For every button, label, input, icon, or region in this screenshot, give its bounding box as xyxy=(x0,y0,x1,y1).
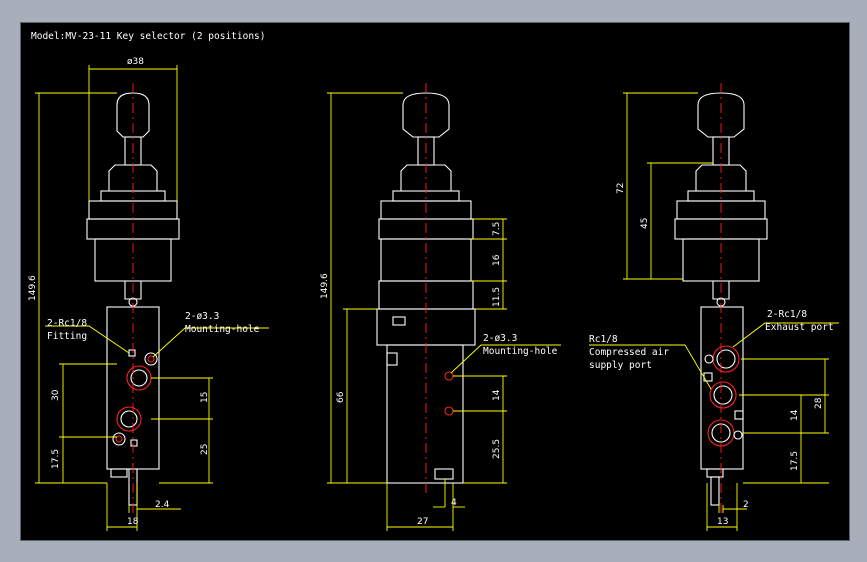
right-dim-14: 14 xyxy=(790,409,800,421)
left-dim-height-149-6: 149.6 xyxy=(28,275,38,301)
middle-dim-11-5: 11.5 xyxy=(492,287,502,307)
right-dim-45: 45 xyxy=(640,218,650,229)
left-base-foot xyxy=(110,468,128,478)
middle-base-foot xyxy=(434,468,454,480)
right-dim-width-13: 13 xyxy=(717,517,728,527)
middle-side-lug xyxy=(386,352,398,366)
middle-dim-16: 16 xyxy=(492,254,502,266)
left-dim-2-4: 2.4 xyxy=(155,500,170,510)
left-dim-30: 30 xyxy=(51,389,61,401)
right-valve-body xyxy=(700,306,744,470)
middle-dim-4: 4 xyxy=(451,498,457,508)
drawing-frame: Model:MV-23-11 Key selector (2 positions… xyxy=(20,22,850,541)
middle-dim-66: 66 xyxy=(336,391,346,403)
right-exhaust-label-2: Exhaust port xyxy=(765,322,834,333)
middle-dim-height-149-6: 149.6 xyxy=(320,273,330,299)
left-fitting-label-2: Fitting xyxy=(47,331,87,342)
right-dim-28: 28 xyxy=(814,397,824,409)
left-dim-width-18: 18 xyxy=(127,517,139,527)
left-mount-label-1: 2-ø3.3 xyxy=(185,311,219,322)
drawing-title: Model:MV-23-11 Key selector (2 positions… xyxy=(31,31,266,42)
middle-dim-14: 14 xyxy=(492,389,502,401)
left-dim-17-5: 17.5 xyxy=(51,449,61,469)
middle-dim-25-5: 25.5 xyxy=(492,439,502,459)
right-dim-2: 2 xyxy=(743,500,749,510)
middle-dim-width-27: 27 xyxy=(417,517,428,527)
left-fitting-label-1: 2-Rc1/8 xyxy=(47,318,87,329)
middle-block-slot xyxy=(392,316,406,326)
right-mount-hole-1 xyxy=(704,354,714,364)
left-dim-25: 25 xyxy=(200,444,210,455)
middle-mount-hole-2 xyxy=(444,406,454,416)
right-supply-label-1: Rc1/8 xyxy=(589,334,618,345)
left-view: ø38 149.6 30 17.5 15 25 18 2.4 2-Rc1/8 F… xyxy=(28,57,269,531)
left-mount-hole-2 xyxy=(112,432,126,446)
left-marker-1 xyxy=(128,349,136,357)
right-view: 72 45 28 14 17.5 13 2 2-Rc1/8 Exhaust po… xyxy=(589,83,839,531)
middle-mount-hole-1 xyxy=(444,371,454,381)
middle-dim-7-5: 7.5 xyxy=(492,222,502,236)
right-dim-72: 72 xyxy=(616,183,626,194)
left-mount-label-2: Mounting-hole xyxy=(185,324,260,335)
right-mount-hole-2 xyxy=(733,430,743,440)
right-supply-label-2: Compressed air xyxy=(589,347,669,358)
right-supply-label-3: supply port xyxy=(589,360,652,371)
left-marker-2 xyxy=(130,439,138,447)
right-exhaust-label-1: 2-Rc1/8 xyxy=(767,309,807,320)
right-marker-2 xyxy=(734,410,744,420)
middle-mount-label-2: Mounting-hole xyxy=(483,346,558,357)
middle-view: 149.6 66 7.5 16 11.5 14 25.5 27 4 2-ø3.3… xyxy=(320,83,561,531)
cad-drawing: Model:MV-23-11 Key selector (2 positions… xyxy=(28,31,839,531)
right-base-tab xyxy=(710,476,720,506)
left-dim-diameter-38: ø38 xyxy=(127,57,144,67)
middle-mount-label-1: 2-ø3.3 xyxy=(483,333,517,344)
left-dim-15: 15 xyxy=(200,392,210,403)
right-dim-17-5: 17.5 xyxy=(790,451,800,471)
